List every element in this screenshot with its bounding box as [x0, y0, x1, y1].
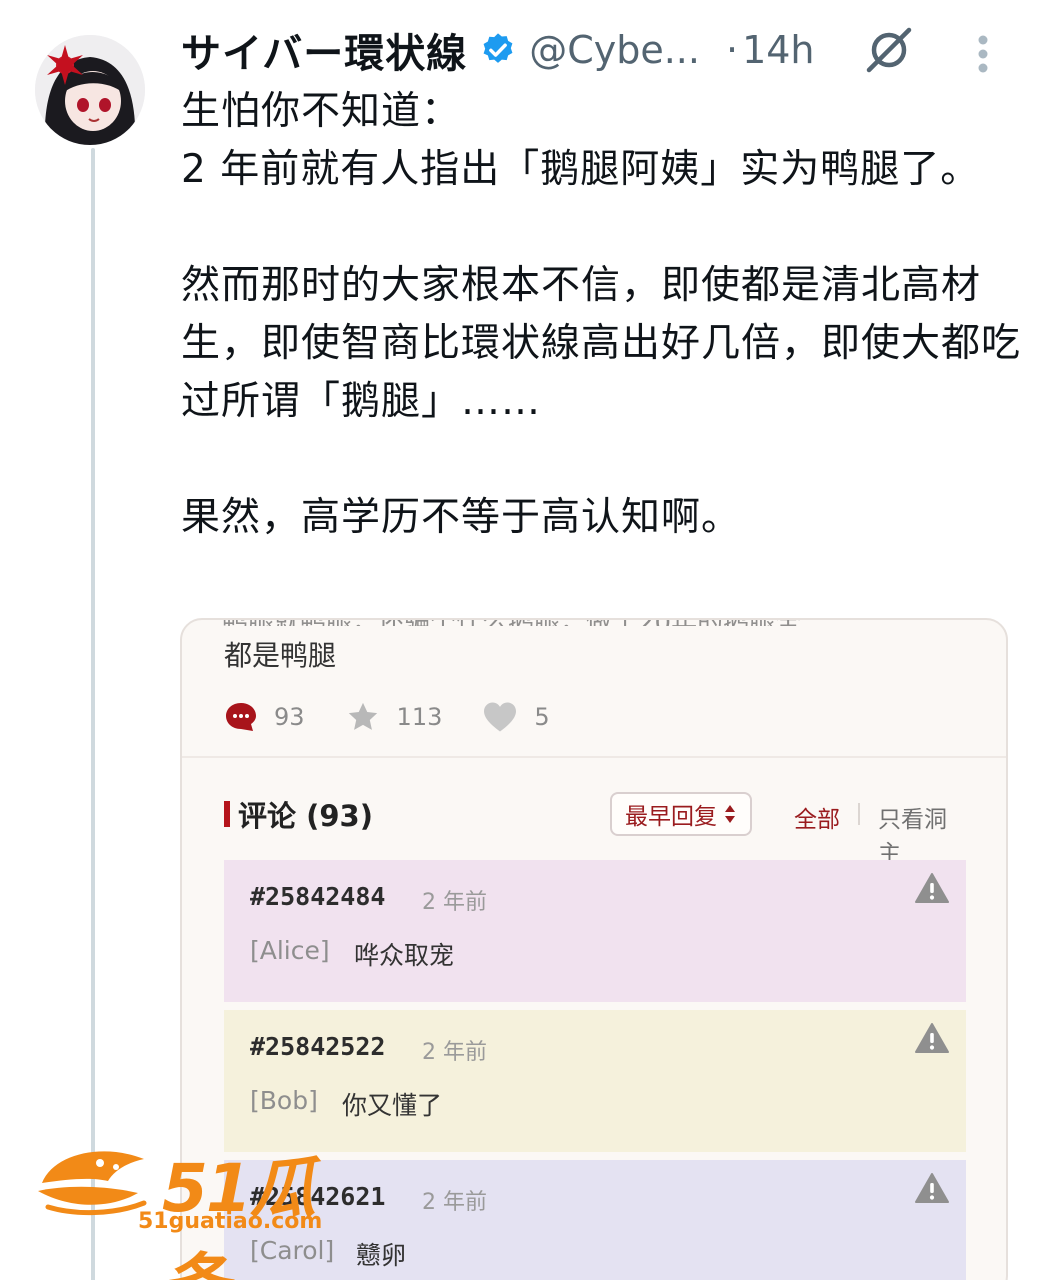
filter-separator — [858, 803, 860, 825]
comment-time: 2 年前 — [422, 1190, 487, 1215]
comment-time: 2 年前 — [422, 1040, 487, 1065]
truncated-post-line: 鸭腿就鸭腿，还骗个什么鹅腿，做了20年的鹅腿全 — [222, 620, 962, 626]
user-handle[interactable]: @Cybe... — [529, 28, 700, 72]
more-options-icon[interactable] — [976, 34, 990, 74]
tweet-text: 生怕你不知道： 2 年前就有人指出「鹅腿阿姨」实为鸭腿了。 然而那时的大家根本不… — [181, 89, 1022, 540]
favorite-count-stat[interactable]: 113 — [345, 700, 443, 734]
report-warning-icon[interactable] — [914, 1022, 950, 1054]
comment-item[interactable]: #25842522 2 年前 [Bob] 你又懂了 — [224, 1010, 966, 1152]
watermark-url: 51guatiao.com — [138, 1209, 323, 1234]
sort-arrows-icon — [725, 805, 735, 823]
site-watermark: 51瓜条 51guatiao.com — [34, 1137, 364, 1280]
comment-text: 哗众取宠 — [354, 941, 455, 970]
report-warning-icon[interactable] — [914, 1172, 950, 1204]
comment-text: 你又懂了 — [342, 1091, 443, 1120]
section-marker — [224, 801, 230, 827]
like-count-stat[interactable]: 5 — [482, 701, 550, 733]
report-warning-icon[interactable] — [914, 872, 950, 904]
avatar[interactable] — [35, 35, 145, 145]
post-body: 都是鸭腿 — [224, 639, 337, 672]
post-time[interactable]: 14h — [742, 28, 814, 72]
comment-count: 93 — [274, 703, 305, 731]
sort-dropdown[interactable]: 最早回复 — [610, 792, 752, 836]
comment-id: #25842484 — [250, 882, 386, 911]
heart-icon — [484, 702, 517, 732]
verified-badge-icon — [483, 33, 513, 63]
star-icon — [348, 702, 377, 730]
tweet-header: サイバー環状線 @Cybe... · 14h — [181, 21, 1021, 79]
comment-time: 2 年前 — [422, 890, 487, 915]
comment-author: [Alice] — [250, 936, 330, 965]
avatar-image — [35, 35, 145, 145]
filter-op-only-tab[interactable]: 只看洞主 — [878, 800, 968, 868]
post-stats: 93 113 5 — [224, 700, 590, 734]
watermark-text: 51瓜条 — [162, 1150, 316, 1280]
comments-title: 评论 (93) — [238, 799, 373, 833]
comment-author: [Bob] — [250, 1086, 318, 1115]
divider — [182, 756, 1006, 758]
like-count: 5 — [534, 703, 550, 731]
filter-all-tab[interactable]: 全部 — [794, 800, 840, 834]
display-name[interactable]: サイバー環状線 — [181, 21, 467, 79]
comment-id: #25842522 — [250, 1032, 386, 1061]
thread-line — [91, 148, 95, 1280]
comments-header: 评论 (93) 最早回复 全部 只看洞主 — [224, 792, 968, 867]
grok-icon[interactable] — [863, 26, 915, 74]
comment-item[interactable]: #25842484 2 年前 [Alice] 哗众取宠 — [224, 860, 966, 1002]
favorite-count: 113 — [396, 703, 443, 731]
comment-bubble-icon — [226, 703, 256, 731]
time-separator: · — [725, 28, 739, 72]
sort-label: 最早回复 — [625, 804, 717, 830]
comment-count-stat[interactable]: 93 — [224, 701, 305, 733]
